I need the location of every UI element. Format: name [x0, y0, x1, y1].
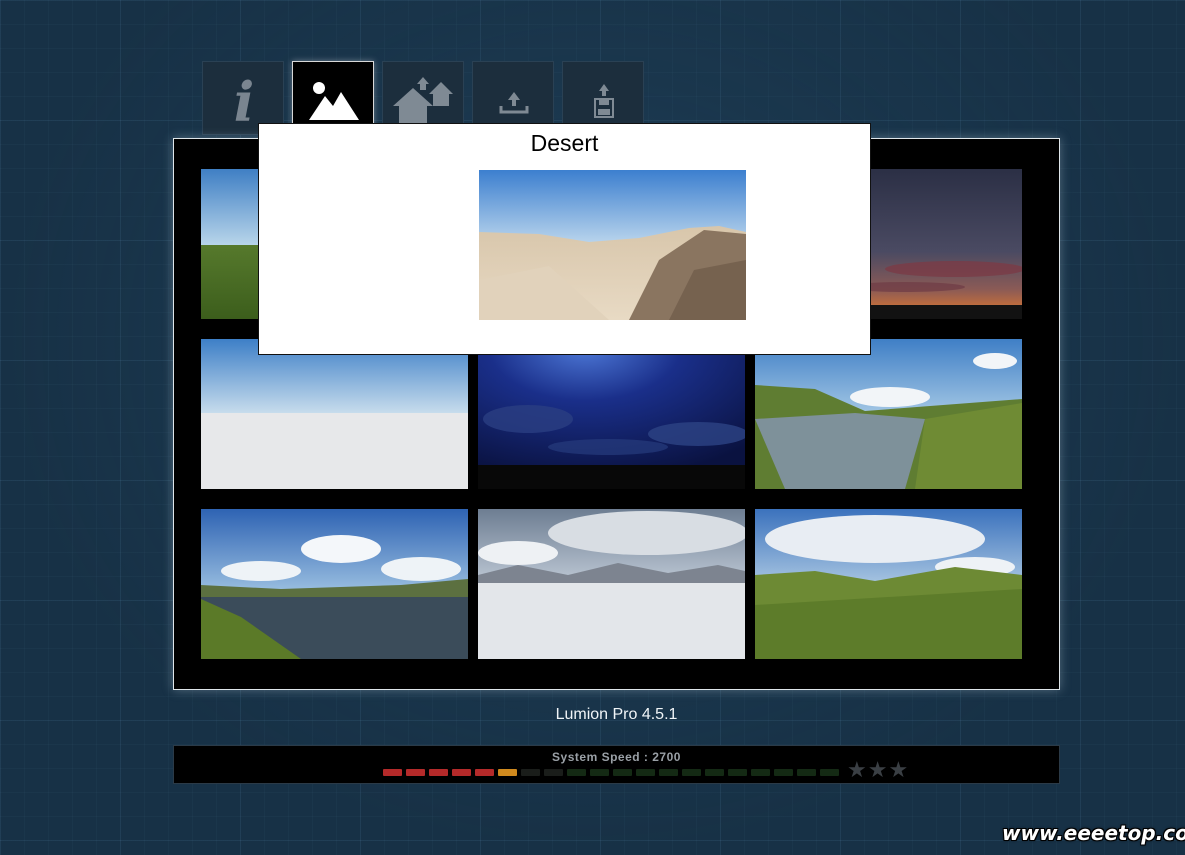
speed-meter-segment — [728, 769, 747, 776]
system-speed-label: System Speed : 2700 — [552, 750, 681, 764]
system-speed-panel: System Speed : 2700 ★★★ — [173, 745, 1060, 784]
speed-meter-segment — [406, 769, 425, 776]
scene-thumb-river-valley[interactable] — [755, 339, 1022, 489]
speed-star-icon: ★ — [847, 758, 868, 783]
scene-night — [478, 339, 745, 489]
speed-meter-segment — [659, 769, 678, 776]
speed-meter-segment — [682, 769, 701, 776]
speed-meter-segment — [383, 769, 402, 776]
scene-thumb-green-hills[interactable] — [755, 509, 1022, 659]
scene-river-valley — [755, 339, 1022, 489]
tooltip-title: Desert — [530, 130, 599, 156]
scene-thumb-snow-plain[interactable] — [478, 509, 745, 659]
speed-stars: ★★★ — [847, 758, 909, 783]
speed-meter-segment — [705, 769, 724, 776]
speed-meter-segment — [475, 769, 494, 776]
scene-thumb-night-sky[interactable] — [478, 339, 745, 489]
scene-snow-plain — [478, 509, 745, 659]
speed-meter-segment — [567, 769, 586, 776]
speed-meter-segment — [751, 769, 770, 776]
speed-meter-segment — [797, 769, 816, 776]
scene-thumb-lake-coast[interactable] — [201, 509, 468, 659]
speed-meter-segment — [774, 769, 793, 776]
speed-meter-segment — [613, 769, 632, 776]
speed-meter-segment — [498, 769, 517, 776]
speed-star-icon: ★ — [867, 758, 889, 783]
version-label: Lumion Pro 4.5.1 — [555, 706, 678, 723]
watermark: www.eeeetop.com — [1002, 821, 1185, 845]
scene-tooltip: Desert — [258, 123, 871, 355]
scene-lake-coast — [201, 509, 468, 659]
speed-meter-segment — [590, 769, 609, 776]
speed-meter-segment — [636, 769, 655, 776]
scene-thumb-white-plain[interactable] — [201, 339, 468, 489]
speed-meter-segment — [521, 769, 540, 776]
tooltip-preview — [479, 170, 746, 320]
scene-green-hills — [755, 509, 1022, 659]
scene-white-plain — [201, 339, 468, 489]
speed-meter-segment — [820, 769, 839, 776]
speed-meter-segment — [452, 769, 471, 776]
scene-desert-preview — [479, 170, 746, 320]
speed-star-icon: ★ — [888, 758, 910, 783]
speed-meter-segment — [429, 769, 448, 776]
speed-meter-segment — [544, 769, 563, 776]
